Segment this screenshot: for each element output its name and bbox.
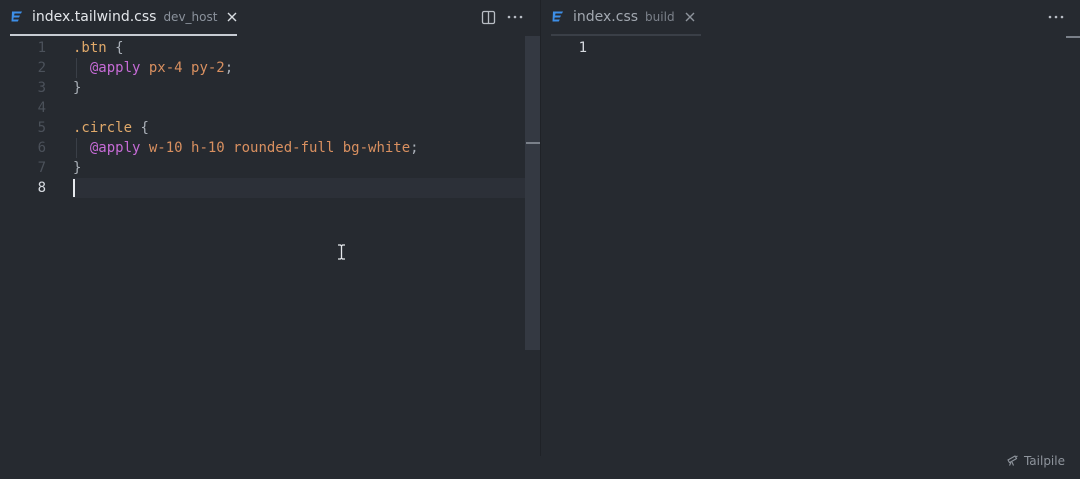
split-editor-icon[interactable] bbox=[480, 9, 496, 25]
left-tab-bar: index.tailwind.css dev_host bbox=[0, 0, 540, 36]
code-token: } bbox=[73, 80, 82, 96]
telescope-icon bbox=[1006, 453, 1019, 469]
line-number: 7 bbox=[37, 160, 46, 176]
tab-file-name: index.css bbox=[573, 9, 639, 25]
tab-description: build bbox=[645, 10, 675, 24]
code-token: ; bbox=[410, 140, 419, 156]
vertical-scrollbar[interactable] bbox=[525, 36, 540, 350]
code-token: { bbox=[132, 120, 149, 136]
indent-guide bbox=[76, 138, 77, 158]
code-token: px-4 py-2 bbox=[140, 60, 225, 76]
tab-index-tailwind-css[interactable]: index.tailwind.css dev_host bbox=[10, 0, 237, 36]
code-line[interactable]: @apply w-10 h-10 rounded-full bg-white; bbox=[73, 138, 419, 158]
current-line-highlight bbox=[73, 178, 525, 198]
line-number: 1 bbox=[578, 40, 587, 56]
code-line[interactable]: } bbox=[73, 78, 81, 98]
close-icon[interactable] bbox=[226, 11, 238, 23]
right-tab-bar: index.css build bbox=[541, 0, 1080, 36]
code-token: @apply bbox=[89, 60, 141, 76]
scrollbar-cursor-marker bbox=[526, 142, 540, 144]
ibeam-cursor-icon bbox=[337, 244, 346, 260]
code-token: { bbox=[106, 40, 124, 56]
scrollbar-cursor-marker bbox=[1066, 36, 1080, 38]
right-editor[interactable]: 1 bbox=[541, 36, 1080, 456]
footer-brand: Tailpile bbox=[1006, 453, 1065, 469]
line-number: 5 bbox=[37, 120, 46, 136]
indent-guide bbox=[76, 58, 77, 78]
line-number: 4 bbox=[37, 100, 46, 116]
code-line[interactable]: } bbox=[73, 158, 81, 178]
code-token: .btn bbox=[73, 40, 107, 56]
css-file-icon bbox=[10, 10, 24, 24]
code-token: .circle bbox=[73, 120, 133, 136]
code-token: w-10 h-10 rounded-full bg-white bbox=[140, 140, 411, 156]
code-line[interactable]: .circle { bbox=[73, 118, 149, 138]
code-token: @apply bbox=[89, 140, 141, 156]
code-token: ; bbox=[224, 60, 234, 76]
line-number: 3 bbox=[37, 80, 46, 96]
line-number: 6 bbox=[37, 140, 46, 156]
left-editor[interactable]: 1 .btn {2 @apply px-4 py-2; 3} 4 5 .circle {6… bbox=[0, 36, 540, 456]
line-number: 8 bbox=[37, 180, 46, 196]
more-actions-icon[interactable] bbox=[507, 9, 523, 25]
brand-label: Tailpile bbox=[1023, 454, 1065, 468]
code-line[interactable]: @apply px-4 py-2; bbox=[73, 58, 233, 78]
tab-index-css[interactable]: index.css build bbox=[551, 0, 701, 36]
tab-file-name: index.tailwind.css bbox=[32, 9, 157, 25]
line-number: 2 bbox=[37, 60, 46, 76]
line-number: 1 bbox=[37, 40, 46, 56]
text-caret bbox=[73, 179, 75, 197]
code-line[interactable]: .btn { bbox=[73, 38, 124, 58]
tab-description: dev_host bbox=[163, 10, 218, 24]
close-icon[interactable] bbox=[684, 11, 696, 23]
css-file-icon bbox=[551, 10, 565, 24]
more-actions-icon[interactable] bbox=[1048, 9, 1064, 25]
code-token: } bbox=[73, 160, 82, 176]
